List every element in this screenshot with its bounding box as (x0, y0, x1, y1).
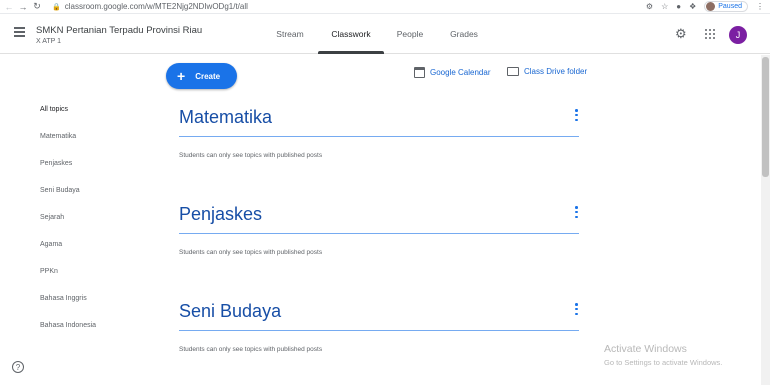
sidebar-item-agama[interactable]: Agama (40, 231, 160, 258)
back-arrow-icon[interactable]: ← (2, 2, 16, 12)
browser-menu-icon[interactable]: ⋮ (756, 2, 764, 11)
scrollbar-thumb[interactable] (762, 57, 769, 177)
folder-icon (507, 67, 519, 76)
topic-divider (179, 136, 579, 137)
reload-icon[interactable]: ↻ (30, 1, 44, 12)
profile-paused-button[interactable]: Paused (704, 1, 748, 12)
tab-grades[interactable]: Grades (436, 14, 492, 54)
more-options-icon[interactable] (575, 206, 579, 218)
sidebar-item-matematika[interactable]: Matematika (40, 123, 160, 150)
class-section: X ATP 1 (36, 38, 62, 45)
tab-stream[interactable]: Stream (262, 14, 318, 54)
calendar-icon (414, 67, 425, 78)
topics-sidebar: All topics Matematika Penjaskes Seni Bud… (40, 96, 160, 339)
star-icon[interactable]: ☆ (661, 2, 668, 11)
settings-gear-icon[interactable]: ⚙ (675, 27, 687, 40)
topic-divider (179, 233, 579, 234)
sidebar-item-ppkn[interactable]: PPKn (40, 258, 160, 285)
account-avatar[interactable]: J (729, 26, 747, 44)
sidebar-item-bahasa-indonesia[interactable]: Bahasa Indonesia (40, 312, 160, 339)
sidebar-item-bahasa-inggris[interactable]: Bahasa Inggris (40, 285, 160, 312)
topic-section: Matematika Students can only see topics … (179, 107, 589, 159)
page-scrollbar[interactable] (761, 55, 770, 385)
topic-divider (179, 330, 579, 331)
more-options-icon[interactable] (575, 303, 579, 315)
create-button[interactable]: + Create (166, 63, 237, 89)
browser-toolbar: ← → ↻ 🔒 classroom.google.com/w/MTE2Njg2N… (0, 0, 770, 14)
extension-icon[interactable]: ● (676, 2, 681, 11)
topic-visibility-note: Students can only see topics with publis… (179, 346, 323, 353)
help-icon[interactable]: ? (12, 361, 24, 373)
activate-windows-watermark: Activate Windows Go to Settings to activ… (604, 343, 722, 367)
topic-visibility-note: Students can only see topics with publis… (179, 152, 323, 159)
topic-section: Penjaskes Students can only see topics w… (179, 204, 589, 256)
google-apps-icon[interactable] (705, 29, 715, 39)
tab-classwork[interactable]: Classwork (318, 14, 384, 54)
watermark-title: Activate Windows (604, 343, 687, 355)
topic-title[interactable]: Penjaskes (179, 204, 589, 225)
topic-section: Seni Budaya Students can only see topics… (179, 301, 589, 353)
topic-title[interactable]: Seni Budaya (179, 301, 589, 322)
sidebar-item-all-topics[interactable]: All topics (40, 96, 160, 123)
key-icon[interactable]: ⚙ (646, 2, 653, 11)
profile-avatar (706, 2, 716, 11)
class-drive-folder-label: Class Drive folder (524, 67, 588, 76)
topic-title[interactable]: Matematika (179, 107, 589, 128)
topic-visibility-note: Students can only see topics with publis… (179, 249, 323, 256)
google-calendar-label: Google Calendar (430, 68, 491, 77)
paused-label: Paused (718, 3, 742, 10)
google-calendar-link[interactable]: Google Calendar (414, 67, 490, 78)
puzzle-icon[interactable]: ❖ (689, 2, 696, 11)
plus-icon: + (177, 68, 186, 84)
sidebar-item-seni-budaya[interactable]: Seni Budaya (40, 177, 160, 204)
main-menu-icon[interactable] (14, 27, 25, 37)
create-label: Create (195, 71, 221, 81)
class-tabs: Stream Classwork People Grades (262, 14, 492, 54)
class-name[interactable]: SMKN Pertanian Terpadu Provinsi Riau (36, 25, 202, 36)
address-bar[interactable]: classroom.google.com/w/MTE2Njg2NDIwODg1/… (65, 2, 248, 11)
more-options-icon[interactable] (575, 109, 579, 121)
watermark-subtitle: Go to Settings to activate Windows. (604, 358, 723, 367)
class-drive-folder-link[interactable]: Class Drive folder (507, 67, 587, 76)
sidebar-item-penjaskes[interactable]: Penjaskes (40, 150, 160, 177)
classroom-header: SMKN Pertanian Terpadu Provinsi Riau X A… (0, 14, 770, 54)
lock-icon[interactable]: 🔒 (52, 3, 61, 11)
sidebar-item-sejarah[interactable]: Sejarah (40, 204, 160, 231)
tab-people[interactable]: People (384, 14, 436, 54)
forward-arrow-icon[interactable]: → (16, 2, 30, 12)
